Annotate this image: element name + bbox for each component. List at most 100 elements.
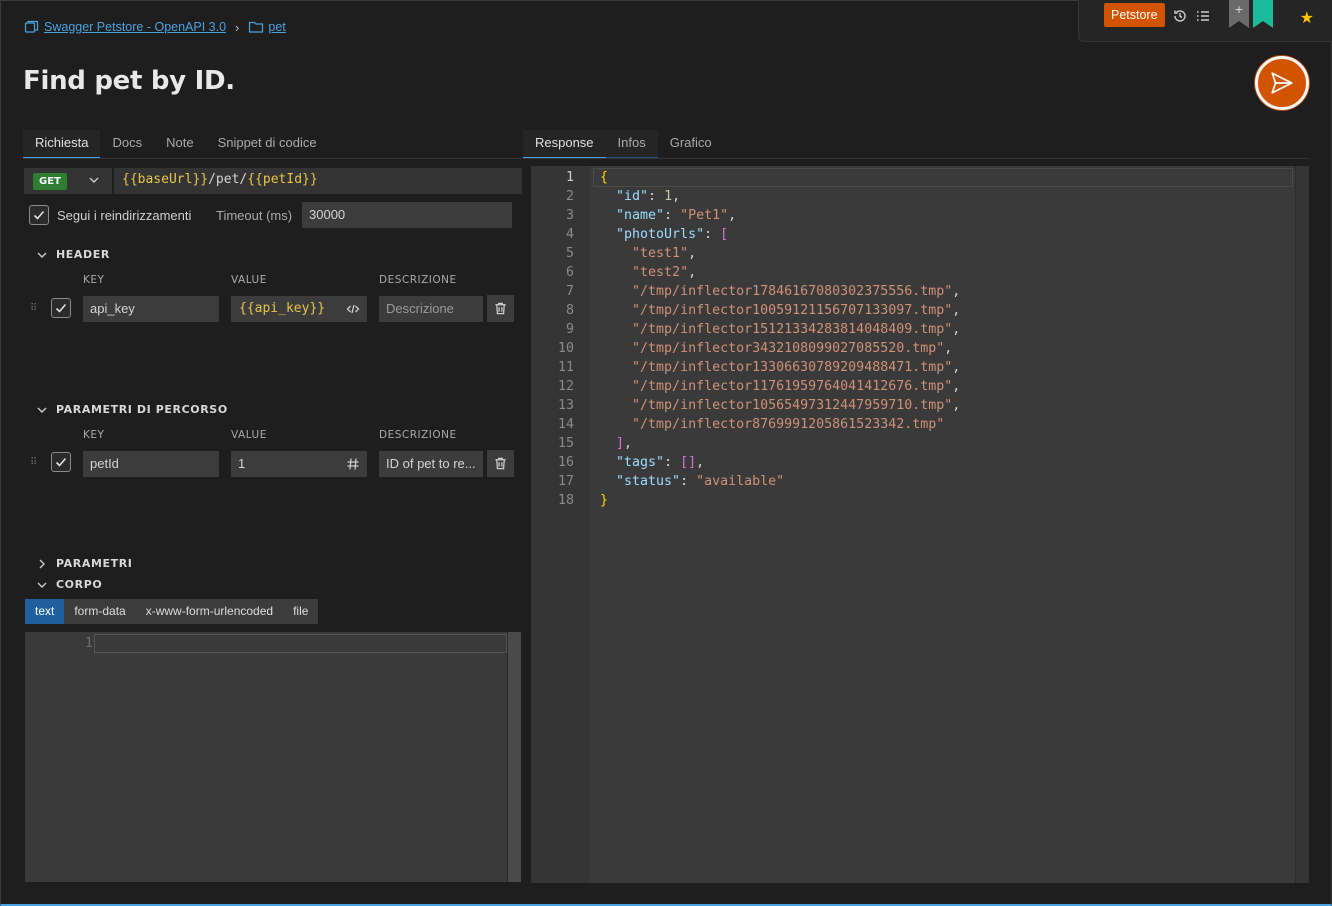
code-text: "name": "Pet1", [616, 208, 737, 223]
params-section-toggle[interactable]: PARAMETRI [36, 557, 132, 570]
url-part: {{petId}} [247, 172, 318, 187]
header-row-checkbox[interactable] [51, 298, 71, 318]
body-tab-text[interactable]: text [25, 599, 65, 624]
bookmark-teal-icon[interactable] [1253, 0, 1273, 28]
breadcrumb-separator: › [235, 19, 240, 35]
column-value: VALUE [231, 429, 267, 441]
code-text: "test2", [632, 265, 697, 280]
chevron-down-icon [37, 252, 47, 258]
bookmark-gray-icon[interactable]: + [1229, 0, 1249, 28]
hash-icon[interactable] [346, 457, 360, 471]
scrollbar[interactable] [1295, 166, 1309, 883]
collection-icon [24, 20, 39, 33]
header-key-input[interactable]: api_key [83, 296, 219, 322]
delete-header-button[interactable] [487, 295, 514, 322]
active-line-highlight [94, 634, 507, 653]
tab-grafico[interactable]: Grafico [658, 130, 724, 159]
method-selector[interactable]: GET [24, 168, 112, 194]
breadcrumb-folder-link[interactable]: pet [268, 20, 285, 34]
follow-redirects-label: Segui i reindirizzamenti [57, 208, 192, 223]
tab-docs[interactable]: Docs [100, 130, 154, 159]
timeout-input[interactable]: 30000 [302, 202, 512, 228]
path-param-key-input[interactable]: petId [83, 451, 219, 477]
star-icon[interactable]: ★ [1300, 8, 1314, 28]
header-section-title: HEADER [56, 248, 110, 261]
path-param-checkbox[interactable] [51, 452, 71, 472]
response-tabs: Response Infos Grafico [523, 130, 724, 159]
svg-text:+: + [1234, 3, 1243, 16]
tab-response[interactable]: Response [523, 130, 606, 159]
column-value: VALUE [231, 274, 267, 286]
active-line-highlight [593, 168, 1293, 187]
chevron-right-icon [39, 559, 45, 568]
tab-infos[interactable]: Infos [605, 130, 658, 159]
body-tab-file[interactable]: file [283, 599, 318, 624]
code-text: "/tmp/inflector17846167080302375556.tmp"… [632, 284, 961, 299]
code-text: { [600, 170, 609, 185]
header-value-input[interactable]: {{api_key}} [231, 296, 367, 322]
follow-redirects-checkbox[interactable] [29, 205, 49, 225]
request-tabs: Richiesta Docs Note Snippet di codice [23, 130, 329, 159]
check-icon [33, 210, 45, 220]
line-number: 4 [565, 227, 574, 242]
environment-selector[interactable]: Petstore [1104, 3, 1165, 27]
drag-handle-icon[interactable]: ⠿ [30, 303, 37, 314]
scrollbar[interactable] [507, 632, 521, 882]
top-toolbar: Petstore + ★ [1078, 0, 1332, 42]
delete-path-param-button[interactable] [487, 450, 514, 477]
line-number: 2 [565, 189, 574, 204]
code-text: "status": "available" [616, 474, 785, 489]
path-param-value-input[interactable]: 1 [231, 451, 367, 477]
line-number: 18 [557, 493, 574, 508]
tab-richiesta[interactable]: Richiesta [23, 130, 101, 159]
code-text: "photoUrls": [ [616, 227, 729, 242]
breadcrumb-collection-link[interactable]: Swagger Petstore - OpenAPI 3.0 [44, 20, 226, 34]
body-tab-form-data[interactable]: form-data [64, 599, 135, 624]
code-text: ], [616, 436, 633, 451]
drag-handle-icon[interactable]: ⠿ [30, 457, 37, 468]
body-section-title: CORPO [56, 578, 103, 591]
line-number: 10 [557, 341, 574, 356]
body-tab-urlencoded[interactable]: x-www-form-urlencoded [136, 599, 283, 624]
code-text: "/tmp/inflector13306630789209488471.tmp"… [632, 360, 961, 375]
line-number: 15 [557, 436, 574, 451]
body-type-tabs: text form-data x-www-form-urlencoded fil… [25, 599, 319, 624]
line-number: 12 [557, 379, 574, 394]
chevron-down-icon [89, 177, 99, 183]
code-text: "/tmp/inflector11761959764041412676.tmp"… [632, 379, 961, 394]
timeout-label: Timeout (ms) [216, 208, 293, 223]
code-text: "id": 1, [616, 189, 681, 204]
header-section-toggle[interactable]: HEADER [36, 248, 110, 261]
list-icon[interactable] [1195, 8, 1211, 24]
code-text: } [600, 493, 609, 508]
history-icon[interactable] [1172, 8, 1188, 24]
response-tab-divider [523, 158, 1309, 159]
request-tab-divider [23, 158, 522, 159]
send-icon [1271, 72, 1293, 94]
tab-note[interactable]: Note [154, 130, 205, 159]
code-icon[interactable] [346, 302, 360, 316]
body-section-toggle[interactable]: CORPO [36, 578, 102, 591]
request-body-editor[interactable]: 1 [25, 632, 521, 882]
code-text: "/tmp/inflector15121334283814048409.tmp"… [632, 322, 961, 337]
trash-icon [495, 457, 506, 470]
line-number: 5 [565, 246, 574, 261]
line-number: 14 [557, 417, 574, 432]
line-number: 11 [557, 360, 574, 375]
url-part: {{baseUrl}} [122, 172, 209, 187]
chevron-down-icon [37, 582, 47, 588]
url-input[interactable]: {{baseUrl}}/pet/{{petId}} [114, 168, 522, 194]
column-key: KEY [83, 429, 105, 441]
send-button[interactable] [1255, 56, 1309, 110]
line-number: 16 [557, 455, 574, 470]
line-number: 6 [565, 265, 574, 280]
header-description-input[interactable]: Descrizione [379, 296, 483, 322]
check-icon [55, 457, 67, 467]
line-number: 3 [565, 208, 574, 223]
response-body-viewer[interactable]: 1 {2 "id": 1, 3 "name": "Pet1", 4 "photoUrl… [531, 166, 1309, 883]
path-param-description-input[interactable]: ID of pet to re... [379, 451, 483, 477]
path-params-section-toggle[interactable]: PARAMETRI DI PERCORSO [36, 403, 228, 416]
page-title: Find pet by ID. [23, 66, 235, 96]
path-param-value-text: 1 [238, 456, 246, 471]
tab-snippet[interactable]: Snippet di codice [206, 130, 329, 159]
